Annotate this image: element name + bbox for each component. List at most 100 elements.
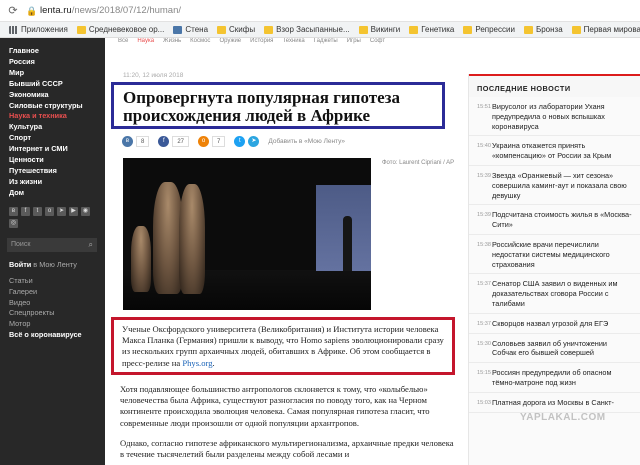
add-to-my-feed-link[interactable]: Добавить в «Мою Ленту» bbox=[268, 138, 345, 145]
sidebar-link[interactable]: Всё о коронавирусе bbox=[9, 330, 105, 341]
news-item[interactable]: 15:39 Подсчитана стоимость жилья в «Москв… bbox=[469, 205, 640, 235]
bookmark-label: Взор Засыпанные... bbox=[276, 25, 350, 34]
subnav-item[interactable]: Гаджеты bbox=[314, 38, 338, 44]
news-item[interactable]: 15:40 Украина откажется принять «компенса… bbox=[469, 136, 640, 166]
telegram-icon[interactable]: ➤ bbox=[57, 206, 66, 216]
vk-icon[interactable]: в bbox=[9, 206, 18, 216]
menu-item[interactable]: Экономика bbox=[9, 90, 105, 101]
latest-news-panel: ПОСЛЕДНИЕ НОВОСТИ 15:51 Вирусолог из лабо… bbox=[468, 74, 640, 465]
menu-item[interactable]: Мир bbox=[9, 68, 105, 79]
login-link[interactable]: Войти в Мою Ленту bbox=[9, 260, 105, 269]
news-item[interactable]: 15:37 Скворцов назвал угрозой для ЕГЭ bbox=[469, 314, 640, 334]
search-icon[interactable]: ⌕ bbox=[89, 240, 93, 250]
lock-icon[interactable]: 🔒 bbox=[26, 6, 37, 16]
sidebar-link[interactable]: Галереи bbox=[9, 287, 105, 298]
subnav-item[interactable]: История bbox=[250, 38, 273, 44]
bookmark-item[interactable]: Скифы bbox=[217, 25, 255, 34]
bookmark-item[interactable]: Первая мировая bbox=[571, 25, 640, 34]
instagram-icon[interactable]: ◎ bbox=[9, 218, 18, 228]
bookmark-label: Стена bbox=[185, 25, 209, 34]
menu-item[interactable]: Культура bbox=[9, 122, 105, 133]
odnoklassniki-share-icon[interactable]: о bbox=[198, 135, 210, 147]
folder-icon bbox=[358, 25, 368, 34]
menu-item[interactable]: Бывший СССР bbox=[9, 79, 105, 90]
rss-icon[interactable]: ◉ bbox=[81, 206, 90, 216]
news-item[interactable]: 15:15 Россиян предупредили об опасном тём… bbox=[469, 363, 640, 393]
menu-item[interactable]: Россия bbox=[9, 57, 105, 68]
search-input[interactable]: Поиск ⌕ bbox=[7, 237, 97, 252]
sidebar-link[interactable]: Спецпроекты bbox=[9, 308, 105, 319]
news-headline: Звезда «Оранжевый — хит сезона» совершил… bbox=[492, 170, 627, 200]
twitter-icon[interactable]: t bbox=[33, 206, 42, 216]
subnav-item[interactable]: Наука bbox=[137, 38, 154, 44]
sidebar-link[interactable]: Видео bbox=[9, 298, 105, 309]
menu-item[interactable]: Ценности bbox=[9, 155, 105, 166]
lead-highlight-box: Ученые Оксфордского университета (Велико… bbox=[111, 317, 455, 375]
youtube-icon[interactable]: ▶ bbox=[69, 206, 78, 216]
folder-icon bbox=[571, 25, 581, 34]
bookmark-label: Бронза bbox=[535, 25, 563, 34]
menu-item[interactable]: Главное bbox=[9, 46, 105, 57]
bookmark-item[interactable]: Стена bbox=[173, 25, 208, 34]
article-paragraph: Хотя подавляющее большинство антрополого… bbox=[120, 384, 430, 428]
bookmark-item[interactable]: Викинги bbox=[358, 25, 400, 34]
news-time: 15:38 bbox=[477, 241, 491, 248]
bookmark-item[interactable]: Средневековое ор... bbox=[76, 25, 165, 34]
news-list: 15:51 Вирусолог из лаборатории Уханя пред… bbox=[469, 97, 640, 413]
bookmark-label: Средневековое ор... bbox=[88, 25, 165, 34]
vk-icon bbox=[173, 25, 183, 34]
url-field[interactable]: lenta.ru/news/2018/07/12/human/ bbox=[40, 5, 181, 16]
menu-item[interactable]: Путешествия bbox=[9, 166, 105, 177]
odnoklassniki-icon[interactable]: о bbox=[45, 206, 54, 216]
subnav-item[interactable]: Жизнь bbox=[163, 38, 181, 44]
apps-icon bbox=[9, 25, 18, 34]
facebook-share-icon[interactable]: f bbox=[158, 135, 170, 147]
subnav-item[interactable]: Игры bbox=[347, 38, 361, 44]
sidebar-link[interactable]: Статьи bbox=[9, 276, 105, 287]
bookmark-item[interactable]: Генетика bbox=[409, 25, 454, 34]
watermark: YAPLAKAL.COM bbox=[520, 412, 606, 423]
subnav-item[interactable]: Техника bbox=[282, 38, 304, 44]
twitter-share-icon[interactable]: t bbox=[234, 135, 246, 147]
news-item[interactable]: 15:38 Российские врачи перечислили недост… bbox=[469, 235, 640, 275]
news-item[interactable]: 15:51 Вирусолог из лаборатории Уханя пред… bbox=[469, 97, 640, 137]
menu-item[interactable]: Наука и техника bbox=[9, 111, 105, 122]
subnav-item[interactable]: Оружие bbox=[219, 38, 241, 44]
subnav-item[interactable]: Софт bbox=[370, 38, 385, 44]
bookmark-label: Первая мировая bbox=[583, 25, 640, 34]
news-headline: Соловьев заявил об уничтожении Собчак ег… bbox=[492, 338, 607, 358]
news-item[interactable]: 15:37 Сенатор США заявил о виденных им до… bbox=[469, 274, 640, 314]
subnav-item[interactable]: Космос bbox=[190, 38, 210, 44]
news-item[interactable]: 15:39 Звезда «Оранжевый — хит сезона» сов… bbox=[469, 166, 640, 206]
vk-share-icon[interactable]: в bbox=[122, 135, 133, 147]
lead-text: Ученые Оксфордского университета (Велико… bbox=[122, 324, 444, 368]
bookmark-item[interactable]: Репрессии bbox=[463, 25, 515, 34]
photo-credit: Фото: Laurent Cipriani / AP bbox=[382, 160, 455, 166]
article-title: Опровергнута популярная гипотеза происхо… bbox=[123, 88, 400, 125]
reload-icon[interactable]: ⟳ bbox=[6, 4, 20, 18]
source-link[interactable]: Phys.org bbox=[182, 358, 212, 368]
folder-icon bbox=[409, 25, 419, 34]
bookmark-label: Репрессии bbox=[475, 25, 515, 34]
news-time: 15:39 bbox=[477, 212, 491, 219]
news-item[interactable]: 15:30 Соловьев заявил об уничтожении Собч… bbox=[469, 334, 640, 364]
bookmark-item[interactable]: Бронза bbox=[523, 25, 563, 34]
telegram-share-icon[interactable]: ➤ bbox=[248, 135, 260, 147]
vk-share-count: 8 bbox=[136, 135, 150, 147]
sidebar-link[interactable]: Мотор bbox=[9, 319, 105, 330]
facebook-icon[interactable]: f bbox=[21, 206, 30, 216]
menu-item[interactable]: Интернет и СМИ bbox=[9, 144, 105, 155]
folder-icon bbox=[217, 25, 227, 34]
menu-item[interactable]: Дом bbox=[9, 188, 105, 199]
share-bar: в 8 f 27 о 7 t ➤ Добавить в «Мою Ленту» bbox=[122, 135, 345, 147]
menu-item[interactable]: Силовые структуры bbox=[9, 101, 105, 112]
news-item[interactable]: 15:03 Платная дорога из Москвы в Санкт- bbox=[469, 393, 640, 413]
subnav-item[interactable]: Все bbox=[118, 38, 128, 44]
menu-item[interactable]: Из жизни bbox=[9, 177, 105, 188]
lead-end: . bbox=[212, 357, 215, 368]
bookmark-item[interactable]: Приложения bbox=[9, 25, 68, 34]
sub-navigation: Все Наука Жизнь Космос Оружие История Техника Г… bbox=[118, 38, 448, 46]
news-time: 15:30 bbox=[477, 340, 491, 347]
bookmark-item[interactable]: Взор Засыпанные... bbox=[264, 25, 350, 34]
menu-item[interactable]: Спорт bbox=[9, 133, 105, 144]
